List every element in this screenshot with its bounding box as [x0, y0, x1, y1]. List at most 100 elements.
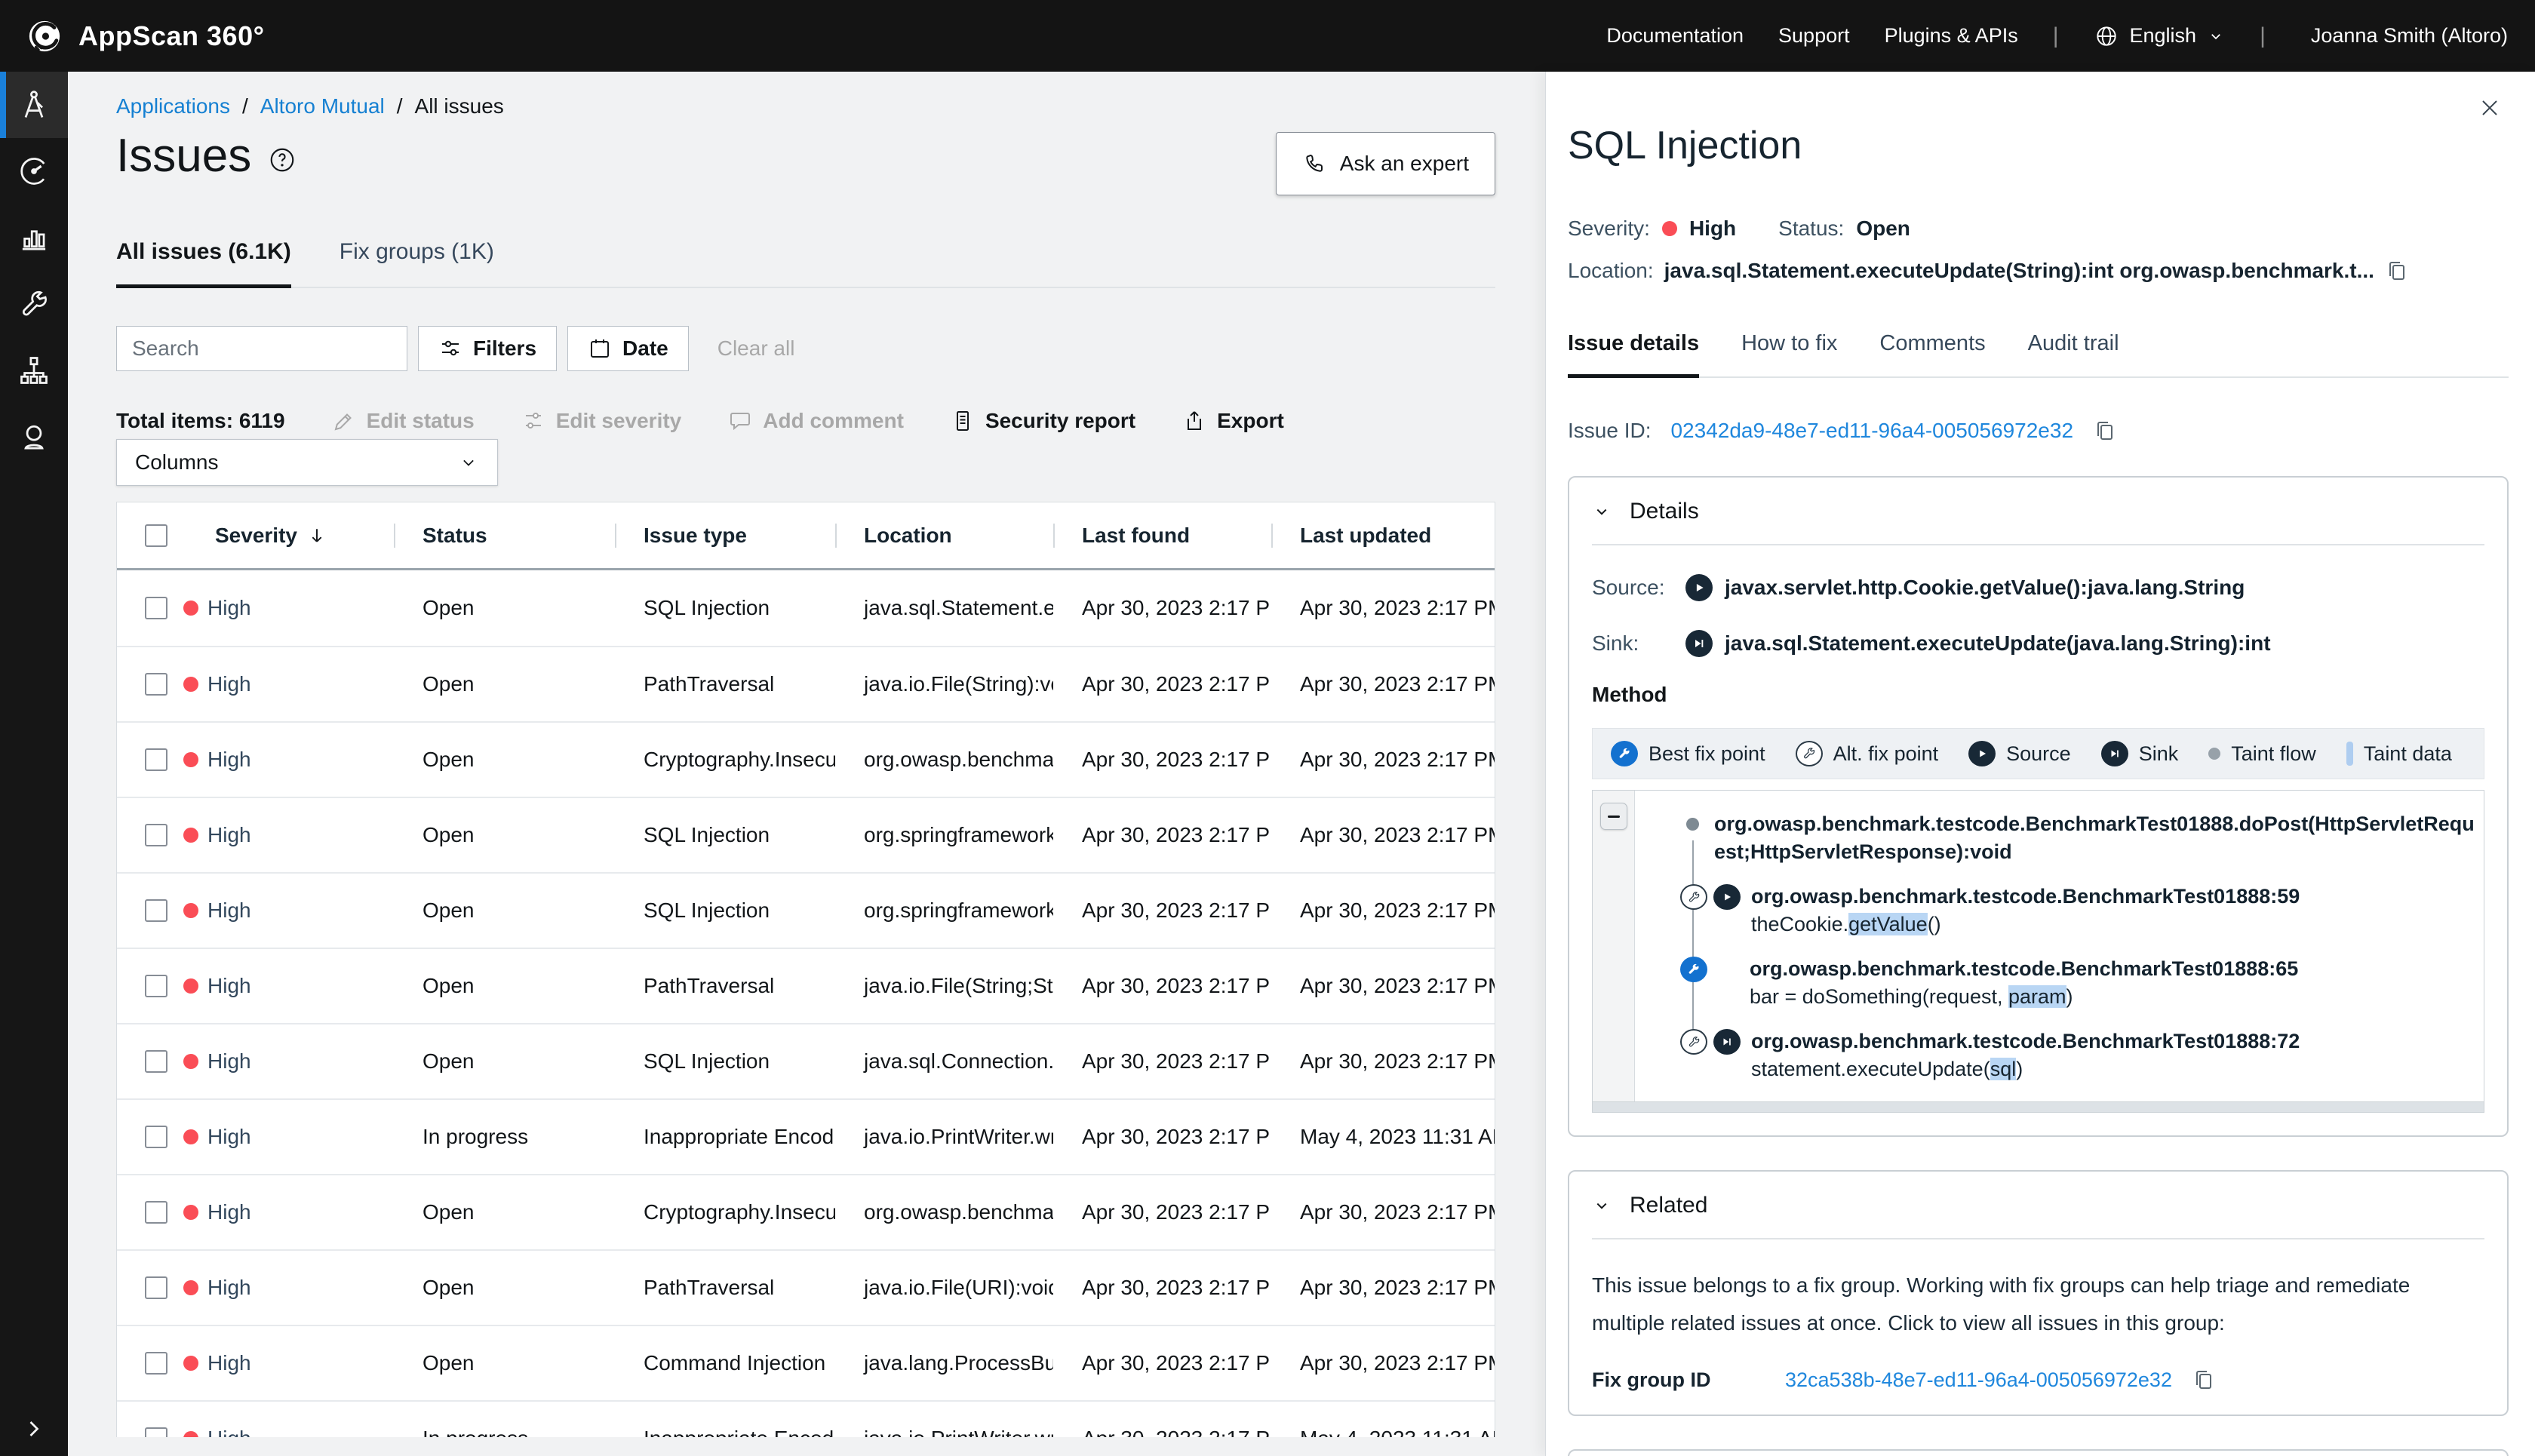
table-row[interactable]: HighOpenCryptography.Insecuorg.owasp.ben… — [117, 721, 1495, 797]
table-row[interactable]: HighIn progressInappropriate Encodjava.i… — [117, 1098, 1495, 1174]
best-fix-point-icon — [1680, 957, 1707, 982]
trace-legend: Best fix point Alt. fix point Source Sin… — [1592, 728, 2484, 779]
column-header-location[interactable]: Location — [835, 524, 1053, 548]
sidebar-item-reports[interactable] — [0, 204, 68, 271]
alt-fix-point-icon — [1680, 884, 1707, 910]
language-selector[interactable]: English — [2094, 23, 2226, 49]
column-header-severity[interactable]: Severity — [215, 524, 297, 548]
sort-descending-icon[interactable] — [306, 525, 327, 546]
export-button[interactable]: Export — [1182, 409, 1284, 433]
column-header-status[interactable]: Status — [394, 524, 615, 548]
row-checkbox[interactable] — [145, 1126, 167, 1148]
severity-adjust-icon — [521, 409, 545, 433]
row-checkbox[interactable] — [145, 899, 167, 922]
table-row[interactable]: HighOpenSQL Injectionjava.sql.Statement.… — [117, 570, 1495, 646]
select-all-checkbox[interactable] — [145, 524, 167, 547]
row-checkbox[interactable] — [145, 1276, 167, 1299]
issue-id-link[interactable]: 02342da9-48e7-ed11-96a4-005056972e32 — [1670, 419, 2073, 443]
last-updated-value: Apr 30, 2023 2:17 PM — [1271, 1351, 1495, 1375]
related-section-header[interactable]: Related — [1592, 1193, 2484, 1218]
copy-icon[interactable] — [2192, 1368, 2216, 1392]
nav-plugins-apis[interactable]: Plugins & APIs — [1885, 24, 2018, 48]
search-input[interactable] — [132, 336, 404, 361]
column-header-last-updated[interactable]: Last updated — [1271, 524, 1495, 548]
related-section: Related This issue belongs to a fix grou… — [1568, 1170, 2509, 1416]
trace-node-best-fix[interactable]: org.owasp.benchmark.testcode.BenchmarkTe… — [1680, 955, 2476, 1011]
filters-button[interactable]: Filters — [418, 326, 557, 371]
breadcrumb-applications[interactable]: Applications — [116, 94, 230, 118]
table-row[interactable]: HighOpenSQL Injectionorg.springframework… — [117, 872, 1495, 948]
sidebar-item-tools[interactable] — [0, 271, 68, 337]
row-checkbox[interactable] — [145, 597, 167, 619]
trace-box: org.owasp.benchmark.testcode.BenchmarkTe… — [1592, 790, 2484, 1113]
row-checkbox[interactable] — [145, 1201, 167, 1224]
row-checkbox[interactable] — [145, 1427, 167, 1437]
trace-root-node[interactable]: org.owasp.benchmark.testcode.BenchmarkTe… — [1680, 810, 2476, 866]
trace-node-sink[interactable]: org.owasp.benchmark.testcode.BenchmarkTe… — [1680, 1027, 2476, 1083]
status-value: Open — [394, 748, 615, 772]
gauge-icon — [17, 155, 51, 188]
last-found-value: Apr 30, 2023 2:17 PM — [1053, 898, 1271, 923]
tab-all-issues[interactable]: All issues (6.1K) — [116, 239, 291, 288]
column-header-issue-type[interactable]: Issue type — [615, 524, 835, 548]
tab-how-to-fix[interactable]: How to fix — [1741, 331, 1837, 376]
ask-an-expert-button[interactable]: Ask an expert — [1276, 132, 1495, 195]
user-menu[interactable]: Joanna Smith (Altoro) — [2311, 24, 2508, 48]
row-checkbox[interactable] — [145, 673, 167, 696]
row-checkbox[interactable] — [145, 975, 167, 997]
table-row[interactable]: HighOpenSQL Injectionorg.springframework… — [117, 797, 1495, 872]
method-horizontal-scrollbar[interactable] — [1593, 1101, 2484, 1112]
help-icon[interactable] — [268, 146, 297, 174]
row-checkbox[interactable] — [145, 1352, 167, 1375]
table-row[interactable]: HighOpenPathTraversaljava.io.File(String… — [117, 948, 1495, 1023]
tab-comments[interactable]: Comments — [1879, 331, 1985, 376]
table-row[interactable]: HighOpenCryptography.Insecuorg.owasp.ben… — [117, 1174, 1495, 1249]
date-button[interactable]: Date — [567, 326, 689, 371]
source-value: javax.servlet.http.Cookie.getValue():jav… — [1725, 576, 2245, 600]
trace-node-source[interactable]: org.owasp.benchmark.testcode.BenchmarkTe… — [1680, 883, 2476, 938]
trace-root-dot — [1686, 818, 1699, 831]
nav-support[interactable]: Support — [1778, 24, 1850, 48]
severity-value: High — [1689, 217, 1736, 241]
related-description: This issue belongs to a fix group. Worki… — [1592, 1267, 2484, 1342]
table-row[interactable]: HighIn progressInappropriate Encodjava.i… — [117, 1400, 1495, 1437]
sidebar-expand-button[interactable] — [0, 1415, 68, 1442]
breadcrumb-all-issues: All issues — [415, 94, 504, 118]
severity-value: High — [207, 748, 251, 772]
table-row[interactable]: HighOpenPathTraversaljava.io.File(URI):v… — [117, 1249, 1495, 1325]
alt-fix-point-icon — [1796, 741, 1823, 766]
copy-icon[interactable] — [2093, 419, 2117, 443]
table-row[interactable]: HighOpenSQL Injectionjava.sql.Connection… — [117, 1023, 1495, 1098]
details-section-header[interactable]: Details — [1592, 499, 2484, 524]
table-row[interactable]: HighOpenCommand Injectionjava.lang.Proce… — [117, 1325, 1495, 1400]
collapse-trace-button[interactable] — [1600, 803, 1627, 830]
sidebar-item-users[interactable] — [0, 404, 68, 470]
copy-icon[interactable] — [2385, 259, 2409, 283]
nav-documentation[interactable]: Documentation — [1606, 24, 1744, 48]
sidebar-item-applications[interactable] — [0, 72, 68, 138]
sink-row: Sink: java.sql.Statement.executeUpdate(j… — [1592, 630, 2484, 657]
nav-divider: | — [2053, 23, 2059, 49]
row-checkbox[interactable] — [145, 748, 167, 771]
breadcrumb-altoro-mutual[interactable]: Altoro Mutual — [260, 94, 385, 118]
tab-fix-groups[interactable]: Fix groups (1K) — [340, 239, 494, 287]
clear-all-button[interactable]: Clear all — [717, 336, 795, 361]
tab-issue-details[interactable]: Issue details — [1568, 331, 1699, 378]
close-icon[interactable] — [2476, 94, 2503, 121]
severity-value: High — [207, 1276, 251, 1300]
legend-taint-flow: Taint flow — [2208, 742, 2316, 766]
sidebar-item-organization[interactable] — [0, 337, 68, 404]
security-report-button[interactable]: Security report — [951, 409, 1135, 433]
add-comment-button[interactable]: Add comment — [728, 409, 904, 433]
chevron-right-icon — [20, 1415, 48, 1442]
row-checkbox[interactable] — [145, 1050, 167, 1073]
sidebar-item-scans[interactable] — [0, 138, 68, 204]
edit-status-button[interactable]: Edit status — [332, 409, 475, 433]
column-header-last-found[interactable]: Last found — [1053, 524, 1271, 548]
tab-audit-trail[interactable]: Audit trail — [2028, 331, 2119, 376]
columns-dropdown[interactable]: Columns — [116, 439, 498, 486]
fix-group-id-link[interactable]: 32ca538b-48e7-ed11-96a4-005056972e32 — [1785, 1368, 2172, 1392]
table-row[interactable]: HighOpenPathTraversaljava.io.File(String… — [117, 646, 1495, 721]
edit-severity-button[interactable]: Edit severity — [521, 409, 682, 433]
row-checkbox[interactable] — [145, 824, 167, 846]
